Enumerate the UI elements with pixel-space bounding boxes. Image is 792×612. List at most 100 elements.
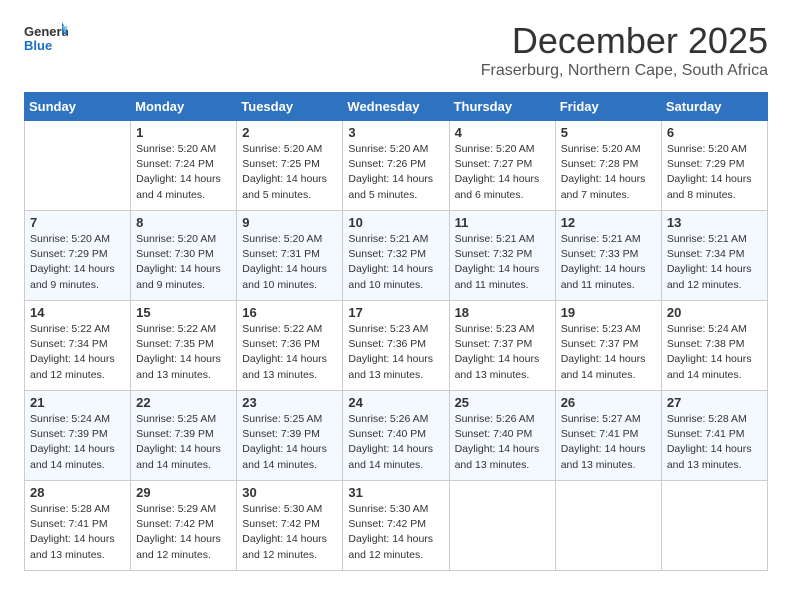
day-cell: 24Sunrise: 5:26 AMSunset: 7:40 PMDayligh… — [343, 391, 449, 481]
day-info: Sunrise: 5:21 AMSunset: 7:33 PMDaylight:… — [561, 232, 656, 293]
day-header-saturday: Saturday — [661, 93, 767, 121]
day-number: 7 — [30, 215, 125, 230]
day-number: 26 — [561, 395, 656, 410]
day-number: 2 — [242, 125, 337, 140]
day-cell: 25 Sunrise: 5:26 AMSunset: 7:40 PMDayligh… — [449, 391, 555, 481]
day-number: 3 — [348, 125, 443, 140]
day-cell: 5 Sunrise: 5:20 AMSunset: 7:28 PMDaylight… — [555, 121, 661, 211]
day-cell — [555, 481, 661, 571]
day-number: 21 — [30, 395, 125, 410]
day-number: 22 — [136, 395, 231, 410]
day-cell — [25, 121, 131, 211]
day-info: Sunrise: 5:21 AMSunset: 7:34 PMDaylight:… — [667, 232, 762, 293]
day-info: Sunrise: 5:21 AMSunset: 7:32 PMDaylight:… — [348, 232, 443, 293]
day-info: Sunrise: 5:22 AMSunset: 7:36 PMDaylight:… — [242, 322, 337, 383]
day-info: Sunrise: 5:29 AMSunset: 7:42 PMDaylight:… — [136, 502, 231, 563]
day-cell: 14 Sunrise: 5:22 AMSunset: 7:34 PMDayligh… — [25, 301, 131, 391]
day-info: Sunrise: 5:26 AMSunset: 7:40 PMDaylight:… — [455, 412, 550, 473]
day-cell: 11Sunrise: 5:21 AMSunset: 7:32 PMDayligh… — [449, 211, 555, 301]
day-cell: 3 Sunrise: 5:20 AMSunset: 7:26 PMDaylight… — [343, 121, 449, 211]
day-number: 19 — [561, 305, 656, 320]
day-cell: 26 Sunrise: 5:27 AMSunset: 7:41 PMDayligh… — [555, 391, 661, 481]
day-header-monday: Monday — [131, 93, 237, 121]
day-info: Sunrise: 5:20 AMSunset: 7:26 PMDaylight:… — [348, 142, 443, 203]
svg-text:Blue: Blue — [24, 38, 52, 53]
day-number: 28 — [30, 485, 125, 500]
day-number: 25 — [455, 395, 550, 410]
calendar-table: SundayMondayTuesdayWednesdayThursdayFrid… — [24, 92, 768, 571]
day-cell: 9 Sunrise: 5:20 AMSunset: 7:31 PMDaylight… — [237, 211, 343, 301]
day-cell: 18 Sunrise: 5:23 AMSunset: 7:37 PMDayligh… — [449, 301, 555, 391]
day-number: 20 — [667, 305, 762, 320]
day-header-thursday: Thursday — [449, 93, 555, 121]
day-number: 29 — [136, 485, 231, 500]
week-row-1: 1 Sunrise: 5:20 AMSunset: 7:24 PMDaylight… — [25, 121, 768, 211]
day-cell: 12 Sunrise: 5:21 AMSunset: 7:33 PMDayligh… — [555, 211, 661, 301]
day-cell: 6 Sunrise: 5:20 AMSunset: 7:29 PMDaylight… — [661, 121, 767, 211]
day-info: Sunrise: 5:22 AMSunset: 7:34 PMDaylight:… — [30, 322, 125, 383]
day-number: 18 — [455, 305, 550, 320]
day-number: 14 — [30, 305, 125, 320]
day-cell: 21 Sunrise: 5:24 AMSunset: 7:39 PMDayligh… — [25, 391, 131, 481]
day-cell: 22 Sunrise: 5:25 AMSunset: 7:39 PMDayligh… — [131, 391, 237, 481]
day-cell: 27 Sunrise: 5:28 AMSunset: 7:41 PMDayligh… — [661, 391, 767, 481]
location-subtitle: Fraserburg, Northern Cape, South Africa — [481, 62, 768, 80]
week-row-2: 7 Sunrise: 5:20 AMSunset: 7:29 PMDaylight… — [25, 211, 768, 301]
day-cell: 13 Sunrise: 5:21 AMSunset: 7:34 PMDayligh… — [661, 211, 767, 301]
day-header-sunday: Sunday — [25, 93, 131, 121]
day-header-friday: Friday — [555, 93, 661, 121]
week-row-5: 28 Sunrise: 5:28 AMSunset: 7:41 PMDayligh… — [25, 481, 768, 571]
day-info: Sunrise: 5:23 AMSunset: 7:37 PMDaylight:… — [561, 322, 656, 383]
day-cell: 10 Sunrise: 5:21 AMSunset: 7:32 PMDayligh… — [343, 211, 449, 301]
day-info: Sunrise: 5:24 AMSunset: 7:39 PMDaylight:… — [30, 412, 125, 473]
day-number: 4 — [455, 125, 550, 140]
day-number: 10 — [348, 215, 443, 230]
day-number: 12 — [561, 215, 656, 230]
day-info: Sunrise: 5:27 AMSunset: 7:41 PMDaylight:… — [561, 412, 656, 473]
day-info: Sunrise: 5:22 AMSunset: 7:35 PMDaylight:… — [136, 322, 231, 383]
day-info: Sunrise: 5:28 AMSunset: 7:41 PMDaylight:… — [667, 412, 762, 473]
week-row-4: 21 Sunrise: 5:24 AMSunset: 7:39 PMDayligh… — [25, 391, 768, 481]
day-number: 5 — [561, 125, 656, 140]
day-number: 1 — [136, 125, 231, 140]
day-info: Sunrise: 5:25 AMSunset: 7:39 PMDaylight:… — [136, 412, 231, 473]
day-number: 8 — [136, 215, 231, 230]
day-cell: 1 Sunrise: 5:20 AMSunset: 7:24 PMDaylight… — [131, 121, 237, 211]
day-cell: 31Sunrise: 5:30 AMSunset: 7:42 PMDayligh… — [343, 481, 449, 571]
day-cell: 15 Sunrise: 5:22 AMSunset: 7:35 PMDayligh… — [131, 301, 237, 391]
day-info: Sunrise: 5:25 AMSunset: 7:39 PMDaylight:… — [242, 412, 337, 473]
day-number: 16 — [242, 305, 337, 320]
logo: General Blue — [24, 20, 68, 58]
day-header-tuesday: Tuesday — [237, 93, 343, 121]
day-info: Sunrise: 5:20 AMSunset: 7:27 PMDaylight:… — [455, 142, 550, 203]
day-cell: 17Sunrise: 5:23 AMSunset: 7:36 PMDayligh… — [343, 301, 449, 391]
day-cell: 30Sunrise: 5:30 AMSunset: 7:42 PMDayligh… — [237, 481, 343, 571]
day-info: Sunrise: 5:20 AMSunset: 7:30 PMDaylight:… — [136, 232, 231, 293]
day-cell — [661, 481, 767, 571]
day-number: 6 — [667, 125, 762, 140]
day-number: 17 — [348, 305, 443, 320]
day-info: Sunrise: 5:20 AMSunset: 7:24 PMDaylight:… — [136, 142, 231, 203]
day-cell: 20 Sunrise: 5:24 AMSunset: 7:38 PMDayligh… — [661, 301, 767, 391]
month-title: December 2025 — [481, 20, 768, 62]
svg-text:General: General — [24, 24, 68, 39]
day-info: Sunrise: 5:23 AMSunset: 7:37 PMDaylight:… — [455, 322, 550, 383]
day-number: 9 — [242, 215, 337, 230]
day-info: Sunrise: 5:30 AMSunset: 7:42 PMDaylight:… — [348, 502, 443, 563]
day-cell: 19 Sunrise: 5:23 AMSunset: 7:37 PMDayligh… — [555, 301, 661, 391]
day-info: Sunrise: 5:26 AMSunset: 7:40 PMDaylight:… — [348, 412, 443, 473]
week-row-3: 14 Sunrise: 5:22 AMSunset: 7:34 PMDayligh… — [25, 301, 768, 391]
day-info: Sunrise: 5:20 AMSunset: 7:29 PMDaylight:… — [667, 142, 762, 203]
day-info: Sunrise: 5:20 AMSunset: 7:28 PMDaylight:… — [561, 142, 656, 203]
day-info: Sunrise: 5:28 AMSunset: 7:41 PMDaylight:… — [30, 502, 125, 563]
day-info: Sunrise: 5:20 AMSunset: 7:31 PMDaylight:… — [242, 232, 337, 293]
day-cell: 29 Sunrise: 5:29 AMSunset: 7:42 PMDayligh… — [131, 481, 237, 571]
day-number: 27 — [667, 395, 762, 410]
day-cell: 16 Sunrise: 5:22 AMSunset: 7:36 PMDayligh… — [237, 301, 343, 391]
day-number: 15 — [136, 305, 231, 320]
day-info: Sunrise: 5:24 AMSunset: 7:38 PMDaylight:… — [667, 322, 762, 383]
day-info: Sunrise: 5:20 AMSunset: 7:29 PMDaylight:… — [30, 232, 125, 293]
day-info: Sunrise: 5:20 AMSunset: 7:25 PMDaylight:… — [242, 142, 337, 203]
day-cell: 4 Sunrise: 5:20 AMSunset: 7:27 PMDaylight… — [449, 121, 555, 211]
day-number: 13 — [667, 215, 762, 230]
